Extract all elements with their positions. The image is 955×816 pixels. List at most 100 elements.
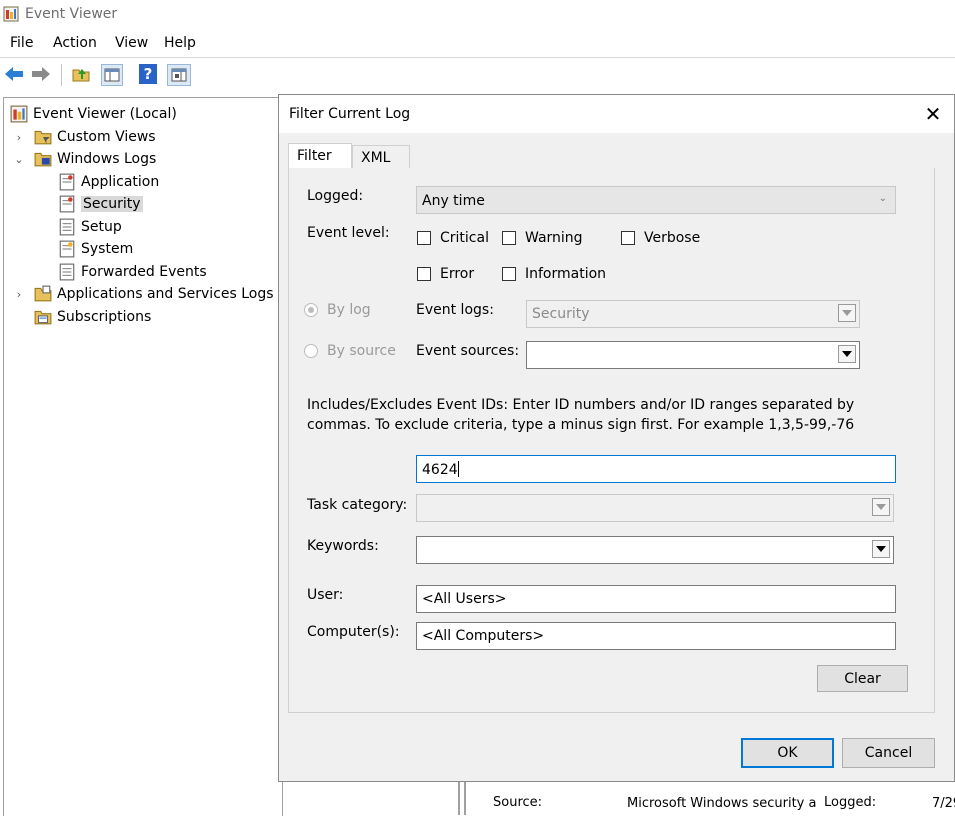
chevron-right-icon[interactable]: › [12, 131, 26, 144]
menu-help[interactable]: Help [164, 35, 196, 51]
event-logs-label: Event logs: [416, 302, 494, 318]
tree-item-label: Security [81, 196, 143, 212]
checkbox-label: Warning [525, 230, 583, 246]
filter-panel: Logged: Any time ⌄ Event level: Critical… [288, 168, 935, 713]
tree-item-custom-views[interactable]: › Custom Views [12, 126, 156, 148]
source-value: Microsoft Windows security a [627, 796, 817, 811]
error-checkbox[interactable]: Error [417, 266, 474, 282]
radio-label: By log [327, 302, 371, 318]
user-input[interactable]: <All Users> [416, 585, 896, 613]
event-sources-label: Event sources: [416, 343, 520, 359]
window-titlebar: Event Viewer [0, 0, 955, 31]
toolbar: ? [0, 57, 955, 91]
event-viewer-icon [10, 105, 28, 123]
help-icon[interactable]: ? [139, 64, 157, 84]
forward-arrow-icon[interactable] [31, 64, 51, 84]
event-ids-input[interactable]: 4624 [416, 455, 896, 483]
console-tree: Event Viewer (Local) › Custom Views ⌄ Wi… [3, 97, 283, 816]
verbose-checkbox[interactable]: Verbose [621, 230, 700, 246]
chevron-down-icon[interactable] [838, 304, 856, 322]
radio-circle[interactable] [304, 303, 318, 317]
folder-windows-icon [34, 152, 52, 167]
tree-item-label: Application [81, 174, 160, 190]
checkbox-label: Information [525, 266, 607, 282]
tree-item-label: System [81, 241, 134, 257]
tree-item-security[interactable]: Security [58, 193, 143, 215]
information-checkbox[interactable]: Information [502, 266, 606, 282]
log-icon [59, 195, 75, 213]
critical-checkbox[interactable]: Critical [417, 230, 489, 246]
keywords-label: Keywords: [307, 538, 379, 554]
chevron-down-icon[interactable] [838, 345, 856, 363]
back-arrow-icon[interactable] [4, 64, 24, 84]
log-icon [59, 173, 75, 191]
tree-item-forwarded-events[interactable]: Forwarded Events [58, 261, 207, 283]
clear-button[interactable]: Clear [817, 665, 908, 692]
tab-xml[interactable]: XML [352, 145, 410, 169]
cancel-button[interactable]: Cancel [842, 738, 935, 768]
checkbox-box[interactable] [502, 267, 516, 281]
computers-input[interactable]: <All Computers> [416, 622, 896, 650]
task-category-label: Task category: [307, 497, 408, 513]
by-log-radio[interactable]: By log [304, 302, 371, 318]
event-logs-dropdown[interactable]: Security [526, 300, 860, 328]
chevron-down-icon[interactable] [872, 498, 890, 516]
chevron-right-icon[interactable]: › [12, 288, 26, 301]
radio-circle[interactable] [304, 344, 318, 358]
tree-item-windows-logs[interactable]: ⌄ Windows Logs [12, 148, 156, 170]
close-icon[interactable]: ✕ [921, 103, 945, 127]
checkbox-label: Error [440, 266, 475, 282]
checkbox-box[interactable] [417, 231, 431, 245]
checkbox-label: Critical [440, 230, 489, 246]
source-label: Source: [493, 795, 543, 810]
checkbox-box[interactable] [621, 231, 635, 245]
logged-label: Logged: [824, 795, 877, 810]
chevron-down-icon: ⌄ [878, 193, 887, 204]
menu-view[interactable]: View [115, 35, 148, 51]
tree-item-root[interactable]: Event Viewer (Local) [10, 103, 177, 125]
user-value: <All Users> [422, 591, 507, 607]
logged-dropdown[interactable]: Any time ⌄ [416, 186, 896, 214]
tree-item-label: Subscriptions [57, 309, 152, 325]
log-icon [59, 240, 75, 258]
by-source-radio[interactable]: By source [304, 343, 396, 359]
log-icon [59, 263, 75, 281]
show-hide-action-pane-icon[interactable] [167, 64, 191, 86]
computers-label: Computer(s): [307, 624, 400, 640]
checkbox-box[interactable] [502, 231, 516, 245]
dialog-titlebar: Filter Current Log ✕ [279, 95, 954, 133]
event-ids-description: Includes/Excludes Event IDs: Enter ID nu… [307, 397, 855, 433]
checkbox-label: Verbose [644, 230, 701, 246]
window-title: Event Viewer [25, 6, 118, 22]
chevron-down-icon[interactable] [872, 540, 890, 558]
tree-item-apps-services[interactable]: › Applications and Services Logs [12, 283, 274, 305]
tree-item-label: Applications and Services Logs [57, 286, 274, 302]
event-viewer-icon [3, 6, 19, 22]
logged-label: Logged: [307, 188, 364, 204]
event-logs-value: Security [532, 306, 590, 322]
event-details-pane: Source: Microsoft Windows security a Log… [455, 780, 955, 815]
menu-file[interactable]: File [10, 35, 33, 51]
menu-action[interactable]: Action [53, 35, 97, 51]
task-category-dropdown[interactable] [416, 494, 894, 522]
tree-item-system[interactable]: System [58, 238, 133, 260]
tab-filter[interactable]: Filter [288, 143, 352, 169]
up-folder-icon[interactable] [71, 64, 91, 84]
tree-item-subscriptions[interactable]: Subscriptions [34, 306, 151, 328]
show-hide-tree-icon[interactable] [101, 64, 123, 86]
event-sources-dropdown[interactable] [526, 341, 860, 369]
ok-button[interactable]: OK [741, 738, 834, 768]
chevron-down-icon[interactable]: ⌄ [12, 153, 26, 166]
folder-filter-icon [34, 130, 52, 145]
tree-item-setup[interactable]: Setup [58, 216, 122, 238]
subscriptions-icon [34, 310, 52, 325]
tree-item-label: Event Viewer (Local) [33, 106, 177, 122]
radio-label: By source [327, 343, 396, 359]
tree-item-application[interactable]: Application [58, 171, 159, 193]
keywords-dropdown[interactable] [416, 536, 894, 564]
checkbox-box[interactable] [417, 267, 431, 281]
toolbar-separator [61, 64, 62, 86]
tree-item-label: Forwarded Events [81, 264, 207, 280]
warning-checkbox[interactable]: Warning [502, 230, 583, 246]
text-caret [457, 461, 459, 477]
